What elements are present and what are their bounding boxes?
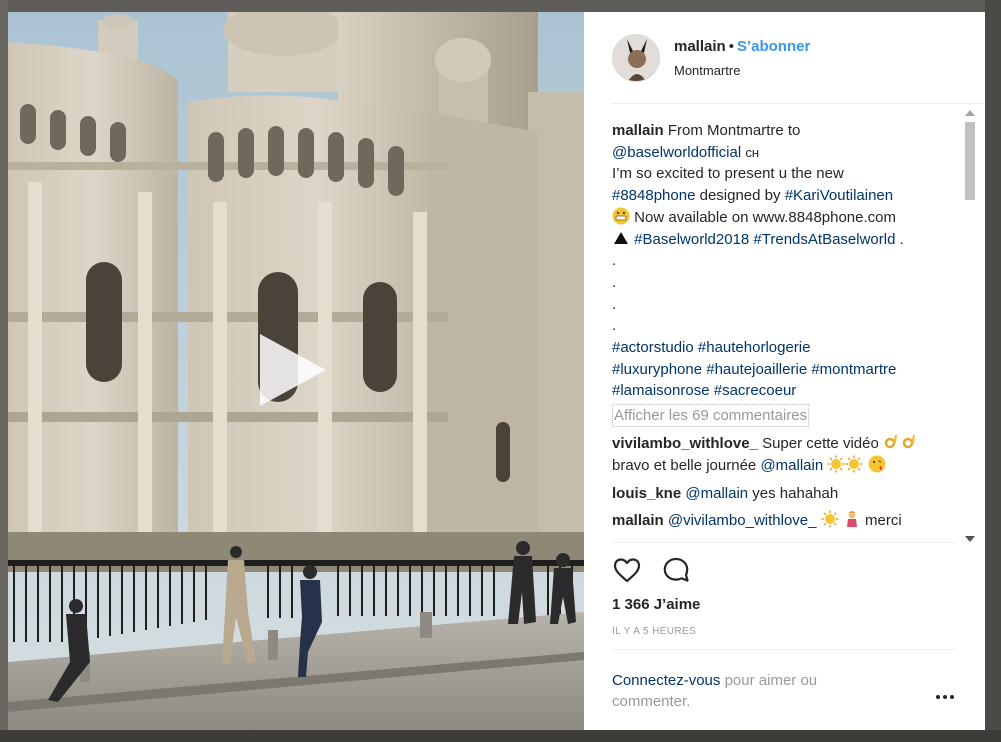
location-link[interactable]: Montmartre (674, 63, 740, 78)
kiss-emoji-icon (868, 455, 886, 473)
heart-outline-icon[interactable] (612, 555, 642, 585)
caption-text: From Montmartre to (667, 122, 801, 139)
more-options-icon[interactable] (934, 690, 956, 704)
mention-link[interactable]: @baselworldofficial (612, 144, 741, 161)
backdrop (0, 730, 1001, 742)
caption-text: . (612, 317, 617, 335)
hashtag-link[interactable]: #luxuryphone (612, 361, 702, 378)
likes-count[interactable]: 1 366 J’aime (612, 596, 700, 613)
backdrop (985, 0, 1001, 742)
post-modal: mallain • S’abonner Montmartre mallain Fro… (8, 12, 985, 730)
play-icon (260, 334, 326, 406)
hashtag-link[interactable]: #hautehorlogerie (698, 339, 811, 356)
grinning-emoji-icon (612, 207, 630, 225)
scroll-up-arrow-icon[interactable] (965, 110, 975, 116)
comment-text: merci (865, 512, 902, 530)
caption: mallain From Montmartre to @baselworldof… (612, 120, 958, 402)
hashtag-link[interactable]: #lamaisonrose (612, 382, 710, 399)
hashtag-link[interactable]: #sacrecoeur (714, 382, 797, 399)
hashtag-link[interactable]: #hautejoaillerie (706, 361, 807, 378)
caption-text: . (612, 273, 617, 291)
caption-text: . (612, 252, 617, 270)
caption-text: . (612, 295, 617, 313)
caption-text: ᴄʜ (745, 144, 760, 160)
comments-scrollbar[interactable] (962, 108, 978, 546)
mention-link[interactable]: @mallain (760, 457, 823, 474)
caption-author[interactable]: mallain (612, 122, 664, 139)
comment-item: vivilambo_withlove_ Super cette vidéo br… (612, 433, 958, 476)
comment-item: louis_kne @mallain yes hahahah (612, 483, 958, 505)
hashtag-link[interactable]: #actorstudio (612, 339, 694, 356)
caption-text: Now available on www.8848phone.com (634, 208, 896, 226)
comment-author[interactable]: mallain (612, 512, 664, 529)
post-header: mallain • S’abonner Montmartre (612, 12, 985, 104)
comments-content: mallain From Montmartre to @baselworldof… (612, 120, 958, 532)
follow-button[interactable]: S’abonner (737, 38, 810, 55)
caption-text: I’m so excited to present u the new (612, 165, 844, 183)
comment-author[interactable]: louis_kne (612, 485, 681, 502)
speech-bubble-icon[interactable] (661, 555, 691, 585)
header-line: mallain • S’abonner (674, 38, 810, 55)
person-emoji-icon (846, 511, 857, 528)
comment-text: bravo et belle journée (612, 456, 757, 474)
sun-emoji-icon (821, 510, 839, 528)
mention-link[interactable]: @mallain (685, 485, 748, 502)
hashtag-link[interactable]: #KariVoutilainen (785, 187, 893, 204)
sun-emoji-icon (845, 455, 863, 473)
play-button[interactable] (246, 328, 338, 412)
scroll-down-arrow-icon[interactable] (965, 536, 975, 542)
separator-dot: • (728, 38, 734, 55)
hashtag-link[interactable]: #8848phone (612, 187, 695, 204)
username-link[interactable]: mallain (674, 38, 726, 55)
caption-text: designed by (699, 187, 781, 205)
hashtag-link[interactable]: #TrendsAtBaselworld (753, 231, 895, 248)
login-prompt-text: Connectez-vous pour aimer ou commenter. (612, 670, 872, 712)
scroll-thumb[interactable] (965, 122, 975, 200)
avatar-image (613, 35, 659, 81)
post-timestamp[interactable]: IL Y A 5 HEURES (612, 626, 696, 637)
caption-text: . (899, 230, 904, 248)
comment-item: mallain @vivilambo_withlove_ merci (612, 510, 958, 532)
hashtag-link[interactable]: #Baselworld2018 (634, 231, 749, 248)
post-side-panel: mallain • S’abonner Montmartre mallain Fro… (584, 12, 985, 730)
comment-text: yes hahahah (752, 484, 839, 502)
backdrop (0, 0, 8, 742)
comment-author[interactable]: vivilambo_withlove_ (612, 435, 758, 452)
post-video[interactable] (8, 12, 584, 730)
load-more-comments-button[interactable]: Afficher les 69 commentaires (612, 404, 810, 428)
ok-hand-emoji-icon (884, 435, 897, 449)
hashtag-link[interactable]: #montmartre (811, 361, 896, 378)
black-triangle-icon (614, 231, 628, 244)
action-bar (612, 542, 957, 602)
comment-text: Super cette vidéo (762, 435, 879, 453)
avatar[interactable] (612, 34, 660, 82)
ok-hand-emoji-icon (902, 435, 915, 449)
login-link[interactable]: Connectez-vous (612, 672, 720, 689)
comments-list[interactable]: mallain From Montmartre to @baselworldof… (612, 104, 985, 542)
login-prompt: Connectez-vous pour aimer ou commenter. (612, 649, 957, 730)
sun-emoji-icon (827, 455, 845, 473)
mention-link[interactable]: @vivilambo_withlove_ (668, 512, 817, 529)
